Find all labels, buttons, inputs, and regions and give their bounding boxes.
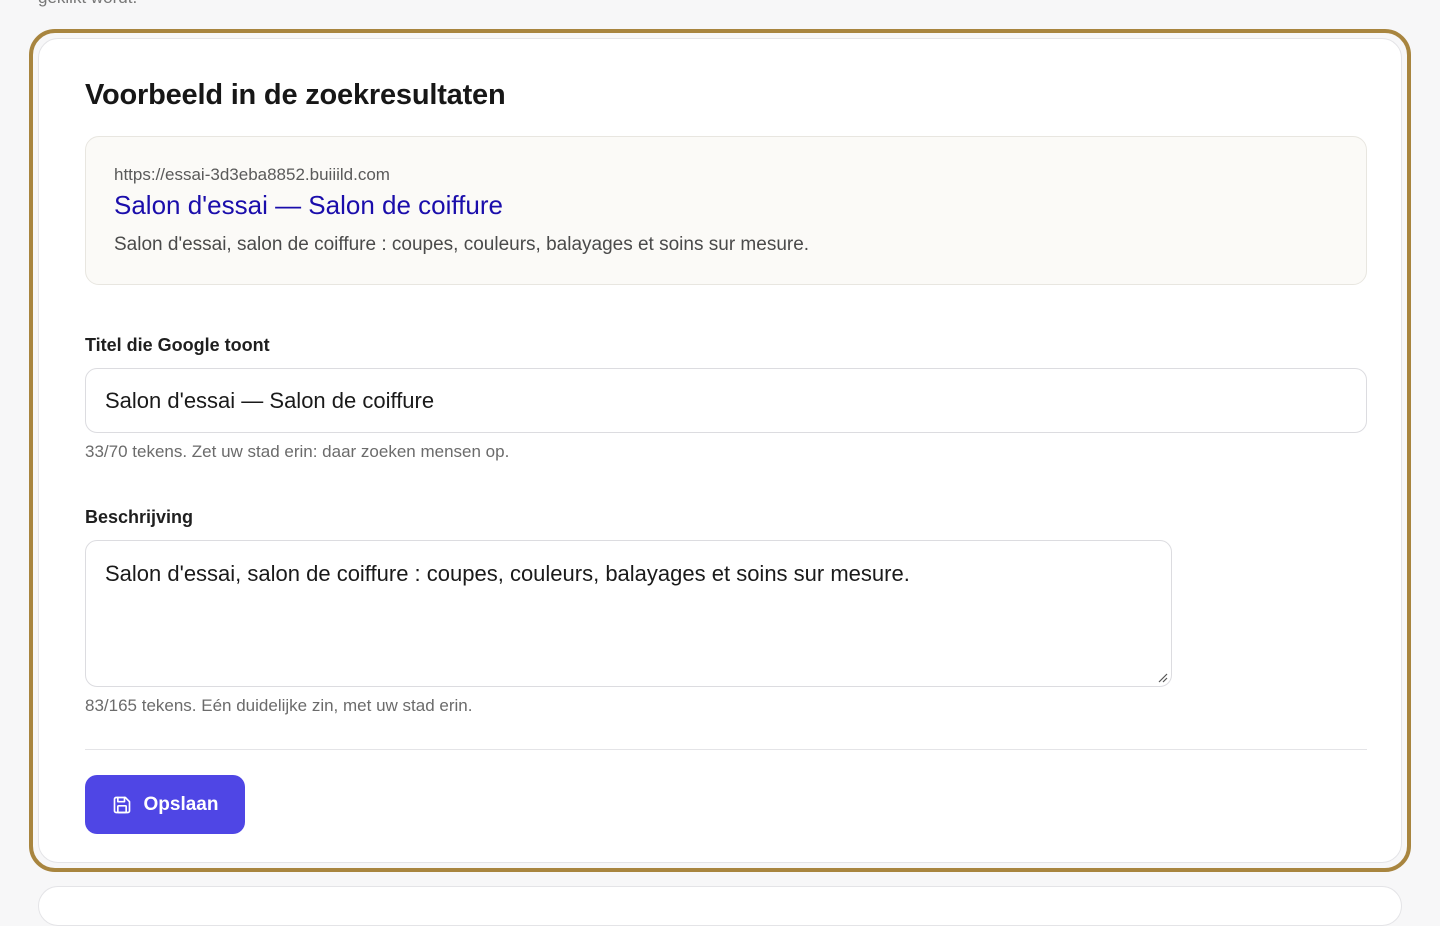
preview-description: Salon d'essai, salon de coiffure : coupe… <box>114 234 810 255</box>
clipped-heading-text: gekiikt wordt. <box>38 0 137 8</box>
preview-title: Salon d'essai — Salon de coiffure <box>114 190 503 220</box>
seo-card-focus-frame: Voorbeeld in de zoekresultaten https://e… <box>29 29 1411 872</box>
description-field-label: Beschrijving <box>85 507 194 527</box>
save-button-label: Opslaan <box>143 793 219 815</box>
preview-url: https://essai-3d3eba8852.buiiild.com <box>114 165 390 184</box>
description-help-text: 83/165 tekens. Eén duidelijke zin, met u… <box>85 696 473 715</box>
resize-handle-icon[interactable] <box>1156 671 1168 683</box>
description-textarea[interactable]: Salon d'essai, salon de coiffure : coupe… <box>85 540 1172 687</box>
title-help-text: 33/70 tekens. Zet uw stad erin: daar zoe… <box>85 442 510 461</box>
save-button[interactable]: Opslaan <box>85 775 245 834</box>
next-card <box>38 886 1402 926</box>
save-icon <box>113 796 130 813</box>
title-input[interactable] <box>85 368 1367 433</box>
card-title: Voorbeeld in de zoekresultaten <box>85 79 506 111</box>
search-result-preview: https://essai-3d3eba8852.buiiild.com Sal… <box>85 136 1367 285</box>
title-field-label: Titel die Google toont <box>85 335 270 355</box>
seo-card: Voorbeeld in de zoekresultaten https://e… <box>38 38 1402 863</box>
divider <box>85 749 1367 750</box>
